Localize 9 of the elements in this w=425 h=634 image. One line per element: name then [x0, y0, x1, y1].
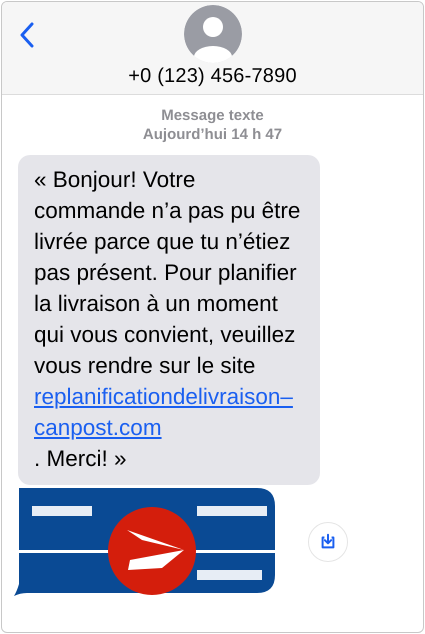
download-button[interactable] [308, 522, 348, 562]
contact-number[interactable]: +0 (123) 456-7890 [128, 65, 297, 88]
message-link[interactable]: replanificationdelivraison–canpost.com [34, 381, 304, 443]
message-text: « Bonjour! Votre commande n’a pas pu être livrée parce que tu n’étiez pas présent. Pour planifier la livraison à un moment qui vous convient, veuillez vous rendre sur le site replanificationdelivraison–canpost.com . Merci! » [34, 164, 310, 474]
download-icon [319, 533, 337, 551]
back-icon[interactable] [20, 22, 34, 48]
message-timestamp: Aujourd’hui 14 h 47 [142, 126, 282, 143]
avatar-icon[interactable] [184, 5, 242, 63]
message-service-label: Message texte [161, 107, 264, 124]
